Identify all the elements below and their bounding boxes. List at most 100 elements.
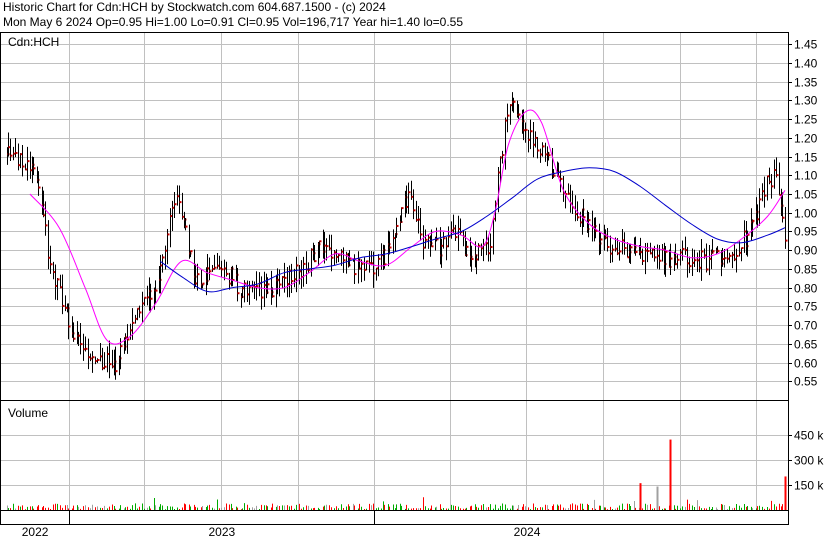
price-close-tick bbox=[471, 258, 474, 261]
price-tick-label: 0.60 bbox=[794, 357, 818, 371]
price-close-tick bbox=[109, 363, 112, 366]
volume-axis-ticks: 150 k 300 k 450 k bbox=[788, 429, 824, 493]
price-close-tick bbox=[670, 257, 673, 260]
price-tick-label: 1.45 bbox=[794, 38, 818, 52]
price-close-tick bbox=[619, 250, 622, 253]
price-close-tick bbox=[537, 149, 540, 152]
price-close-tick bbox=[776, 174, 779, 177]
year-label: 2024 bbox=[514, 525, 541, 539]
price-close-tick bbox=[373, 272, 376, 275]
price-tick-label: 1.00 bbox=[794, 207, 818, 221]
price-tick-label: 0.70 bbox=[794, 319, 818, 333]
price-close-tick bbox=[694, 259, 697, 262]
volume-tick-label: 450 k bbox=[794, 429, 824, 443]
price-close-tick bbox=[104, 365, 107, 368]
price-close-tick bbox=[62, 304, 65, 307]
price-tick-label: 1.15 bbox=[794, 151, 818, 165]
price-close-tick bbox=[654, 256, 657, 259]
price-close-tick bbox=[303, 262, 306, 265]
price-close-tick bbox=[712, 250, 715, 253]
price-close-tick bbox=[97, 359, 100, 362]
price-close-tick bbox=[530, 130, 533, 133]
price-close-tick bbox=[560, 177, 563, 180]
price-close-tick bbox=[577, 216, 580, 219]
price-close-tick bbox=[553, 174, 556, 177]
price-close-tick bbox=[354, 273, 357, 276]
price-close-tick bbox=[706, 268, 709, 271]
price-close-tick bbox=[548, 154, 551, 157]
price-close-tick bbox=[642, 259, 645, 262]
price-close-tick bbox=[221, 268, 224, 271]
price-close-tick bbox=[272, 295, 275, 298]
price-close-tick bbox=[630, 246, 633, 249]
price-close-tick bbox=[92, 356, 95, 359]
price-close-tick bbox=[600, 238, 603, 241]
price-panel-title: Cdn:HCH bbox=[8, 35, 59, 49]
price-close-tick bbox=[420, 233, 423, 236]
price-close-tick bbox=[764, 194, 767, 197]
price-close-tick bbox=[284, 276, 287, 279]
price-close-tick bbox=[612, 248, 615, 251]
price-tick-label: 1.40 bbox=[794, 57, 818, 71]
price-close-tick bbox=[33, 167, 36, 170]
chart-header-quote: Mon May 6 2024 Op=0.95 Hi=1.00 Lo=0.91 C… bbox=[3, 15, 463, 29]
price-close-tick bbox=[127, 338, 130, 341]
price-close-tick bbox=[256, 285, 259, 288]
price-close-tick bbox=[401, 207, 404, 210]
price-close-tick bbox=[267, 283, 270, 286]
price-close-tick bbox=[22, 165, 25, 168]
price-close-tick bbox=[659, 259, 662, 262]
price-close-tick bbox=[167, 233, 170, 236]
price-close-tick bbox=[38, 186, 41, 189]
price-close-tick bbox=[132, 321, 135, 324]
price-tick-label: 1.30 bbox=[794, 94, 818, 108]
price-close-tick bbox=[425, 238, 428, 241]
price-close-tick bbox=[583, 216, 586, 219]
price-close-tick bbox=[759, 198, 762, 201]
price-close-tick bbox=[689, 265, 692, 268]
price-close-tick bbox=[179, 201, 182, 204]
price-close-tick bbox=[518, 113, 521, 116]
price-tick-label: 0.65 bbox=[794, 338, 818, 352]
price-close-tick bbox=[50, 263, 53, 266]
price-close-tick bbox=[291, 280, 294, 283]
price-close-tick bbox=[296, 264, 299, 267]
price-tick-label: 0.90 bbox=[794, 244, 818, 258]
price-tick-label: 0.75 bbox=[794, 300, 818, 314]
chart-header-title: Historic Chart for Cdn:HCH by Stockwatch… bbox=[3, 0, 386, 14]
year-label: 2023 bbox=[208, 525, 235, 539]
price-close-tick bbox=[647, 249, 650, 252]
price-tick-label: 1.25 bbox=[794, 113, 818, 127]
price-close-tick bbox=[741, 247, 744, 250]
price-close-tick bbox=[202, 282, 205, 285]
price-close-tick bbox=[80, 343, 83, 346]
price-close-tick bbox=[174, 203, 177, 206]
price-tick-label: 0.85 bbox=[794, 263, 818, 277]
price-close-tick bbox=[10, 154, 13, 157]
price-close-tick bbox=[27, 160, 30, 163]
price-tick-label: 0.80 bbox=[794, 282, 818, 296]
price-close-tick bbox=[45, 224, 48, 227]
price-close-tick bbox=[389, 246, 392, 249]
price-close-tick bbox=[431, 245, 434, 248]
price-close-tick bbox=[724, 257, 727, 260]
price-tick-label: 1.05 bbox=[794, 188, 818, 202]
price-close-tick bbox=[144, 296, 147, 299]
price-chart-canvas: Historic Chart for Cdn:HCH by Stockwatch… bbox=[0, 0, 830, 543]
price-close-tick bbox=[366, 260, 369, 263]
price-close-tick bbox=[319, 240, 322, 243]
price-close-tick bbox=[682, 247, 685, 250]
price-close-tick bbox=[73, 337, 76, 340]
volume-panel-title: Volume bbox=[8, 406, 48, 420]
price-close-tick bbox=[57, 278, 60, 281]
price-close-tick bbox=[717, 250, 720, 253]
price-close-tick bbox=[588, 219, 591, 222]
price-close-tick bbox=[466, 245, 469, 248]
price-close-tick bbox=[507, 114, 510, 117]
price-close-tick bbox=[237, 292, 240, 295]
price-close-tick bbox=[729, 254, 732, 257]
price-tick-label: 0.55 bbox=[794, 375, 818, 389]
price-close-tick bbox=[150, 297, 153, 300]
price-close-tick bbox=[443, 237, 446, 240]
price-close-tick bbox=[15, 151, 18, 154]
